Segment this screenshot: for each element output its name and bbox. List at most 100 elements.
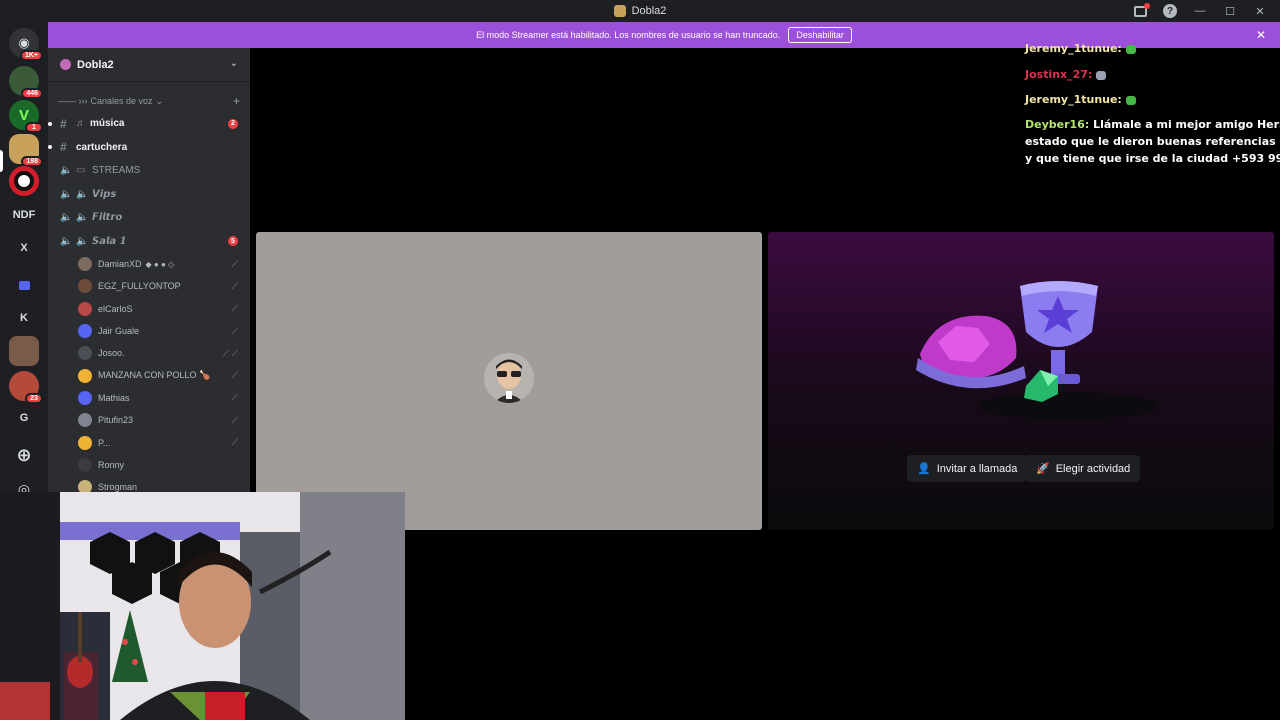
server-icon-10[interactable] xyxy=(9,336,39,366)
chat-message-cont: y que tiene que irse de la ciudad +593 9… xyxy=(1025,152,1280,165)
speaker-icon: 🔈 xyxy=(60,235,73,247)
emote-icon xyxy=(1125,44,1136,54)
guild-header[interactable]: Dobla2 ⌄ xyxy=(48,48,250,82)
chevron-down-icon: ⌄ xyxy=(229,58,238,69)
guild-name: Dobla2 xyxy=(77,58,114,71)
user-name: Jair Guale xyxy=(98,326,140,337)
voice-user[interactable]: DamianXD ◆ ● ● ◇ ⟋ xyxy=(48,253,250,275)
activity-tile: 👤 Invitar a llamada 🚀 Elegir actividad xyxy=(768,232,1274,530)
direct-messages-button[interactable]: ◉ 1K+ xyxy=(9,28,43,61)
unread-indicator xyxy=(48,145,52,150)
voice-user[interactable]: Strogman xyxy=(48,476,250,492)
user-name: P... xyxy=(98,437,111,448)
server-icon-2[interactable]: V 1 xyxy=(9,100,43,133)
deafened-icon: ⟋ xyxy=(231,258,238,269)
channel-musica[interactable]: # ♬ música 2 xyxy=(48,112,250,136)
webcam-feed xyxy=(0,492,405,720)
server-icon-11[interactable]: 23 xyxy=(9,371,43,404)
rail-badge: 1K+ xyxy=(19,50,43,61)
channel-name: cartuchera xyxy=(76,141,128,153)
user-name: Strogman xyxy=(98,482,138,492)
deafened-icon: ⟋ xyxy=(231,303,238,314)
server-icon-ndf[interactable]: NDF xyxy=(9,200,39,230)
user-name: elCarloS xyxy=(98,303,133,314)
voice-user[interactable]: EGZ_FULLYONTOP ⟋ xyxy=(48,275,250,297)
server-icon-4[interactable] xyxy=(9,166,39,196)
server-icon-dobla2[interactable]: 198 xyxy=(9,134,43,167)
add-server-button[interactable]: ⊕ xyxy=(9,440,39,470)
muted-deafened-icon: ⟋ ⟋ xyxy=(222,347,238,358)
server-icon-g[interactable]: G xyxy=(9,403,39,433)
channel-sidebar: Dobla2 ⌄ —— ››› Canales de voz ⌄ + # ♬ m… xyxy=(48,48,250,492)
chat-user: Jeremy_1tunue: xyxy=(1025,42,1122,55)
minimize-button[interactable]: — xyxy=(1188,0,1212,22)
voice-user[interactable]: P... ⟋ xyxy=(48,431,250,453)
maximize-button[interactable]: ☐ xyxy=(1218,0,1242,22)
server-icon-1[interactable]: 446 xyxy=(9,66,43,99)
category-voice-channels[interactable]: —— ››› Canales de voz ⌄ + xyxy=(48,90,250,112)
voice-user[interactable]: elCarloS ⟋ xyxy=(48,298,250,320)
banner-text: El modo Streamer está habilitado. Los no… xyxy=(476,30,781,40)
user-count-badge: 5 xyxy=(228,236,238,247)
help-button[interactable]: ? xyxy=(1158,0,1182,22)
channel-cartuchera[interactable]: # cartuchera xyxy=(48,136,250,160)
avatar xyxy=(78,301,92,316)
choose-label: Elegir actividad xyxy=(1055,462,1131,475)
folder-icon[interactable] xyxy=(9,270,39,300)
music-icon: ♬ xyxy=(76,118,86,130)
channel-filtro[interactable]: 🔈 🔈 𝙁𝙞𝙡𝙩𝙧𝙤 xyxy=(48,206,250,230)
chat-message: Jeremy_1tunue: xyxy=(1025,93,1136,106)
hash-icon: # xyxy=(60,116,67,131)
channel-streams[interactable]: 🔈 ▭ STREAMS xyxy=(48,159,250,183)
close-window-button[interactable]: ✕ xyxy=(1248,0,1272,22)
voice-user[interactable]: Jair Guale ⟋ xyxy=(48,320,250,342)
emote-icon xyxy=(1096,70,1107,80)
voice-user[interactable]: Josoo. ⟋ ⟋ xyxy=(48,342,250,364)
speaker-icon: 🔈 xyxy=(76,188,89,200)
mention-badge: 2 xyxy=(228,118,238,129)
avatar xyxy=(78,346,92,361)
invite-label: Invitar a llamada xyxy=(936,462,1018,475)
plus-icon: ⊕ xyxy=(16,444,32,465)
rail-badge: 446 xyxy=(21,88,43,99)
chat-text: Llámale a mi mejor amigo Hernán xyxy=(1093,118,1280,131)
add-user-icon: 👤 xyxy=(917,463,931,475)
trophy-illustration xyxy=(916,281,1158,420)
channel-name: 𝙑𝙞𝙥𝙨 xyxy=(92,188,117,200)
avatar xyxy=(78,279,92,294)
channel-sala-1[interactable]: 🔈 🔈 𝙎𝙖𝙡𝙖 1 5 xyxy=(48,230,250,254)
chevron-down-icon: ⌄ xyxy=(155,95,164,106)
server-icon-x[interactable]: X xyxy=(9,233,39,263)
window-title: Dobla2 xyxy=(631,5,667,17)
avatar xyxy=(78,257,92,272)
user-name: EGZ_FULLYONTOP xyxy=(98,281,181,292)
add-channel-icon[interactable]: + xyxy=(233,94,240,108)
deafened-icon: ⟋ xyxy=(231,437,238,448)
rocket-icon: 🚀 xyxy=(1036,463,1050,475)
inbox-button[interactable] xyxy=(1128,0,1152,22)
voice-user[interactable]: Pitufin23 ⟋ xyxy=(48,409,250,431)
channel-vips[interactable]: 🔈 🔈 𝙑𝙞𝙥𝙨 xyxy=(48,183,250,207)
deafened-icon: ⟋ xyxy=(231,280,238,291)
speaker-icon: 🔈 xyxy=(60,188,73,200)
disable-streamer-mode-button[interactable]: Deshabilitar xyxy=(788,27,852,43)
app-title: Dobla2 xyxy=(613,5,667,17)
invite-to-call-button[interactable]: 👤 Invitar a llamada xyxy=(907,455,1028,482)
chat-message: Deyber16: Llámale a mi mejor amigo Herná… xyxy=(1025,118,1280,131)
participant-tile[interactable] xyxy=(256,232,762,530)
inbox-icon xyxy=(1133,2,1150,17)
channel-name: música xyxy=(90,118,125,130)
server-logo xyxy=(14,171,34,191)
speaker-icon: 🔈 xyxy=(76,235,89,247)
user-name: MANZANA CON POLLO 🍗 xyxy=(98,370,211,381)
choose-activity-button[interactable]: 🚀 Elegir actividad xyxy=(1026,455,1141,482)
guild-icon xyxy=(60,59,71,70)
stream-chat-overlay: Jeremy_1tunue: Jostinx_27: Jeremy_1tunue… xyxy=(1018,40,1280,170)
voice-user[interactable]: Mathias ⟋ xyxy=(48,387,250,409)
voice-user[interactable]: Ronny xyxy=(48,454,250,476)
emote-icon xyxy=(1125,95,1136,105)
chat-message: Jostinx_27: xyxy=(1025,68,1107,81)
voice-user[interactable]: MANZANA CON POLLO 🍗 ⟋ xyxy=(48,364,250,386)
server-icon-k[interactable]: K xyxy=(9,303,39,333)
title-bar: Dobla2 ? — ☐ ✕ xyxy=(0,0,1280,22)
